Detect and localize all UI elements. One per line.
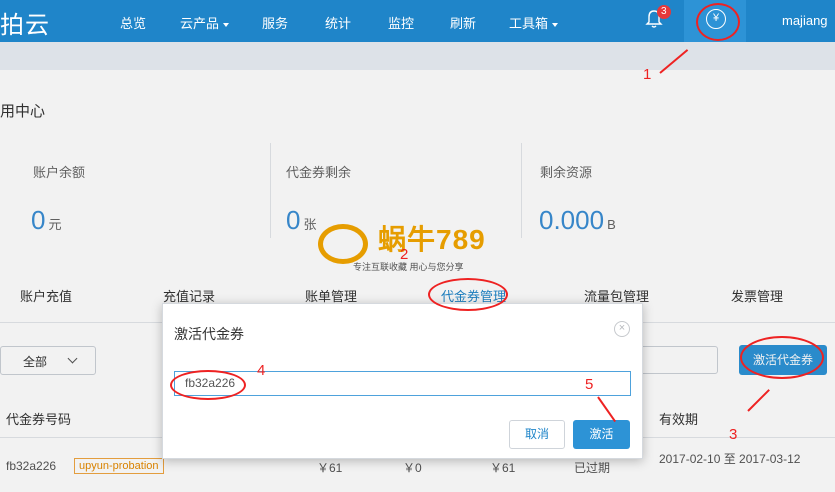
logo[interactable]: 拍云 <box>0 5 50 40</box>
breadcrumb-strip <box>0 42 835 70</box>
annotation-ring <box>170 370 246 400</box>
dialog-title: 激活代金券 <box>174 326 244 342</box>
nav-cloud-products[interactable]: 云产品 <box>180 13 230 32</box>
nav-services[interactable]: 服务 <box>262 13 288 32</box>
chevron-down-icon <box>552 22 559 27</box>
annotation-label: 4 <box>257 362 266 379</box>
nav-toolbox[interactable]: 工具箱 <box>509 13 559 32</box>
annotation-label: 5 <box>585 376 594 393</box>
nav-refresh[interactable]: 刷新 <box>450 13 476 32</box>
annotation-label: 3 <box>729 426 738 443</box>
nav-cloud-products-label: 云产品 <box>180 16 220 31</box>
nav-overview[interactable]: 总览 <box>120 13 146 32</box>
notification-badge: 3 <box>657 5 671 19</box>
cancel-button[interactable]: 取消 <box>509 420 565 449</box>
annotation-label: 2 <box>400 246 409 263</box>
annotation-label: 1 <box>643 66 652 83</box>
annotation-ring <box>696 3 740 41</box>
nav-monitoring[interactable]: 监控 <box>388 13 414 32</box>
confirm-activate-button[interactable]: 激活 <box>573 420 630 449</box>
nav-toolbox-label: 工具箱 <box>509 16 549 31</box>
close-icon[interactable]: × <box>614 321 630 337</box>
nav-statistics[interactable]: 统计 <box>325 13 351 32</box>
annotation-ring <box>740 336 824 379</box>
chevron-down-icon <box>223 22 230 27</box>
user-menu[interactable]: majiang <box>782 13 828 28</box>
annotation-ring <box>428 278 508 311</box>
